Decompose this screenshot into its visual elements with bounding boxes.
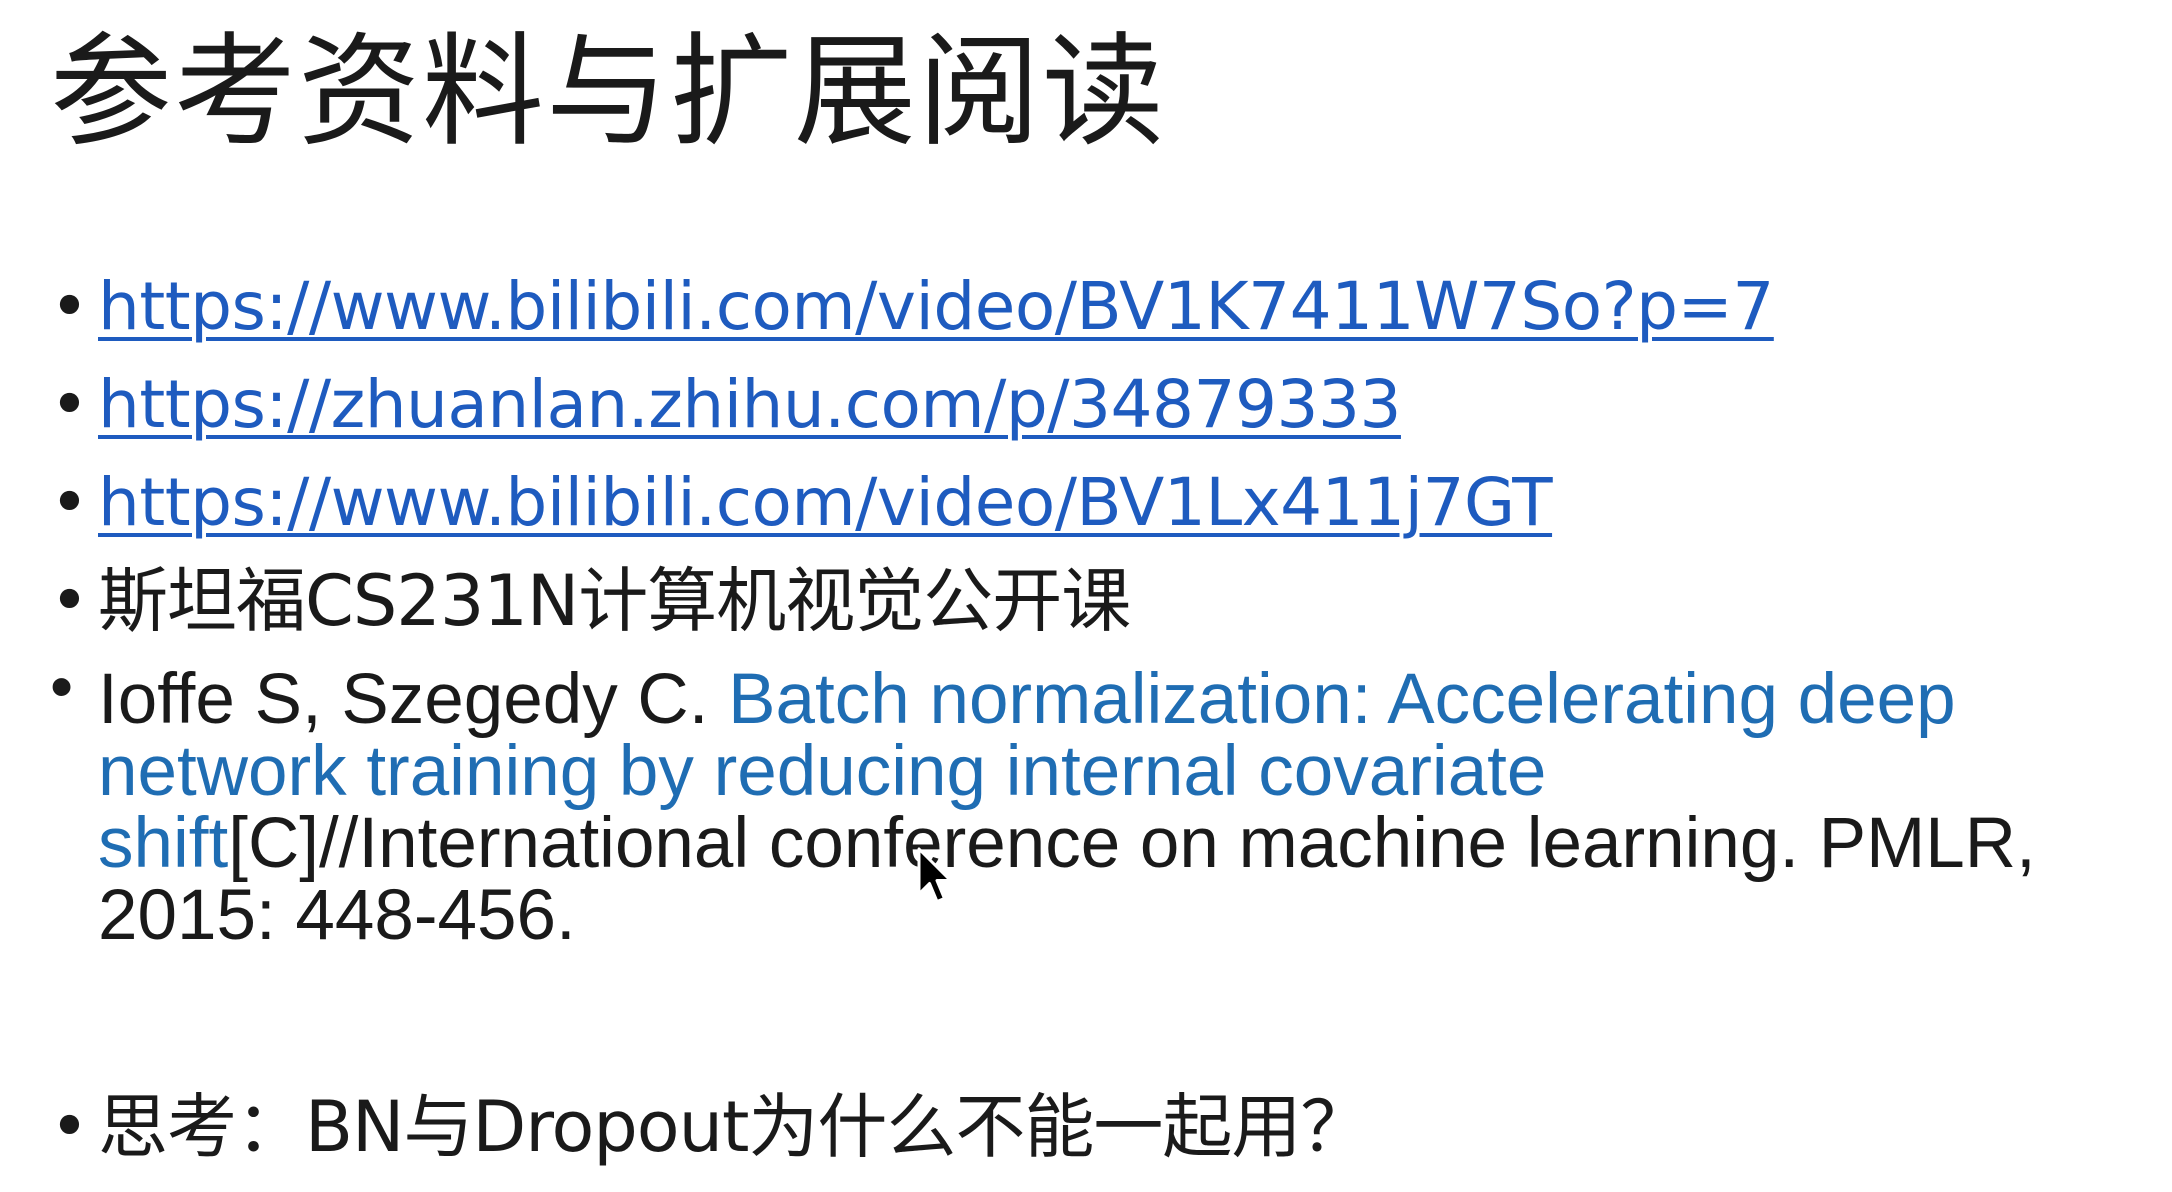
slide-title: 参考资料与扩展阅读 xyxy=(50,21,1166,163)
reference-citation: [C]//International conference on machine… xyxy=(98,804,2036,955)
list-item-link-1: https://www.bilibili.com/video/BV1K7411W… xyxy=(50,258,2160,356)
bilibili-link-2[interactable]: https://www.bilibili.com/video/BV1Lx411j… xyxy=(98,464,1553,541)
slide: 参考资料与扩展阅读 https://www.bilibili.com/video… xyxy=(0,0,2172,1192)
list-item-link-2: https://zhuanlan.zhihu.com/p/34879333 xyxy=(50,356,2160,454)
list-item-course: 斯坦福CS231N计算机视觉公开课 xyxy=(50,552,2160,650)
bullet-list: https://www.bilibili.com/video/BV1K7411W… xyxy=(50,258,2160,1176)
bilibili-link-1[interactable]: https://www.bilibili.com/video/BV1K7411W… xyxy=(98,268,1774,345)
mouse-pointer-icon xyxy=(917,847,952,903)
zhihu-link[interactable]: https://zhuanlan.zhihu.com/p/34879333 xyxy=(98,366,1401,443)
reference-authors: Ioffe S, Szegedy C. xyxy=(98,660,729,739)
list-item-link-3: https://www.bilibili.com/video/BV1Lx411j… xyxy=(50,454,2160,552)
list-item-reference: Ioffe S, Szegedy C. Batch normalization:… xyxy=(50,650,2158,952)
question-text: 思考：BN与Dropout为什么不能一起用？ xyxy=(98,1086,1370,1168)
list-item-question: 思考：BN与Dropout为什么不能一起用？ xyxy=(50,1078,2160,1176)
list-spacer xyxy=(50,952,2160,1078)
course-name: 斯坦福CS231N计算机视觉公开课 xyxy=(98,560,1131,642)
